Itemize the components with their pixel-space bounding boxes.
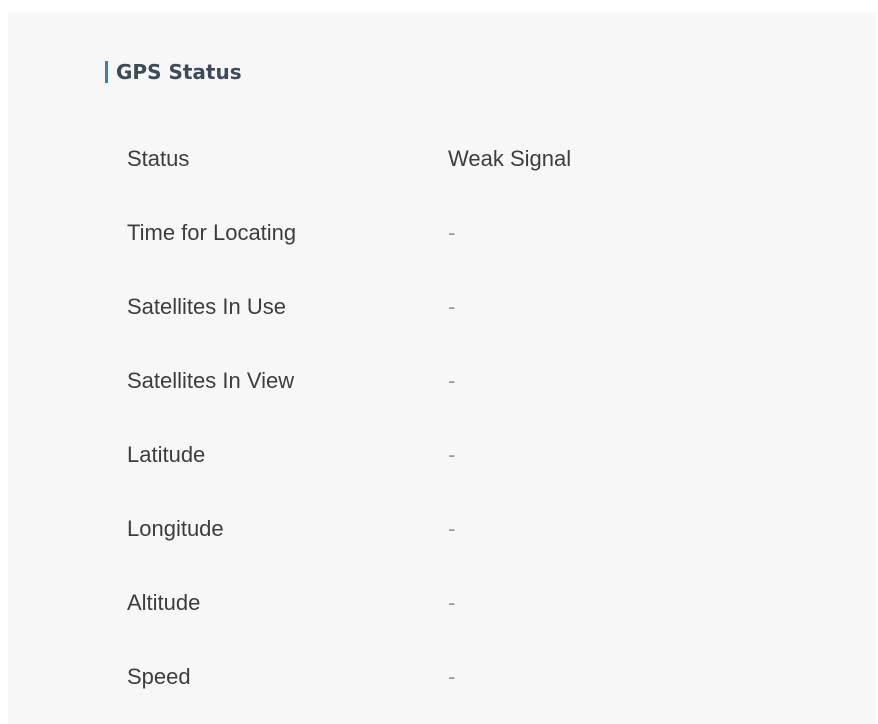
status-value: Weak Signal xyxy=(448,146,572,171)
time-for-locating-label: Time for Locating xyxy=(127,220,297,245)
altitude-row: Altitude - xyxy=(127,564,727,638)
satellites-in-view-row: Satellites In View - xyxy=(127,342,727,416)
satellites-in-view-label: Satellites In View xyxy=(127,368,295,393)
speed-label: Speed xyxy=(127,664,191,689)
time-for-locating-value: - xyxy=(448,220,456,245)
section-accent-bar xyxy=(105,61,108,83)
status-label: Status xyxy=(127,146,190,171)
gps-status-panel: GPS Status Status Weak Signal Time for L… xyxy=(8,12,876,724)
speed-value: - xyxy=(448,664,456,689)
section-header: GPS Status xyxy=(105,58,242,86)
gps-status-table: Status Weak Signal Time for Locating - S… xyxy=(127,120,727,712)
satellites-in-use-row: Satellites In Use - xyxy=(127,268,727,342)
latitude-value: - xyxy=(448,442,456,467)
section-title: GPS Status xyxy=(116,60,242,84)
status-row: Status Weak Signal xyxy=(127,120,727,194)
longitude-label: Longitude xyxy=(127,516,224,541)
latitude-label: Latitude xyxy=(127,442,206,467)
longitude-row: Longitude - xyxy=(127,490,727,564)
altitude-value: - xyxy=(448,590,456,615)
latitude-row: Latitude - xyxy=(127,416,727,490)
speed-row: Speed - xyxy=(127,638,727,712)
time-for-locating-row: Time for Locating - xyxy=(127,194,727,268)
satellites-in-use-value: - xyxy=(448,294,456,319)
altitude-label: Altitude xyxy=(127,590,201,615)
longitude-value: - xyxy=(448,516,456,541)
satellites-in-view-value: - xyxy=(448,368,456,393)
satellites-in-use-label: Satellites In Use xyxy=(127,294,286,319)
